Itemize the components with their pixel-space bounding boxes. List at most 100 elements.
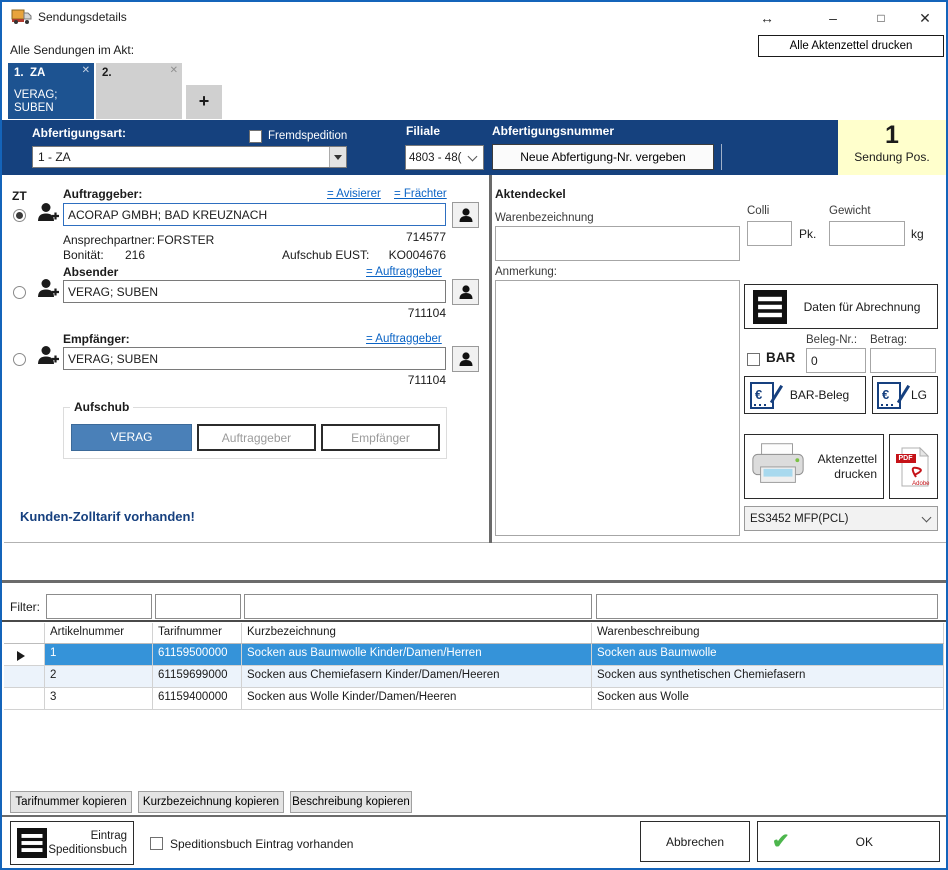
cell-kurzbezeichnung: Socken aus Baumwolle Kinder/Damen/Herren [242,644,592,665]
tab1-close-icon[interactable]: ✕ [82,65,90,76]
shipment-tab-1[interactable]: 1. ZA ✕ VERAG; SUBEN [8,63,94,119]
abrechnung-button[interactable]: Daten für Abrechnung [744,284,938,329]
table-row[interactable]: 1 61159500000 Socken aus Baumwolle Kinde… [4,644,944,666]
bar-beleg-button[interactable]: € BAR-Beleg [744,376,866,414]
filiale-select[interactable]: 4803 - 48( [405,145,484,170]
empfaenger-contact-button[interactable] [452,346,479,372]
bar-checkbox[interactable] [747,353,760,366]
cell-kurzbezeichnung: Socken aus Wolle Kinder/Damen/Heeren [242,688,592,709]
aktenzettel-label-1: Aktenzettel [818,452,877,466]
auftraggeber-input[interactable] [63,203,446,226]
auftraggeber-radio[interactable] [13,209,26,222]
copy-beschreibung-button[interactable]: Beschreibung kopieren [290,791,412,813]
speditionsbuch-label-1: Eintrag [91,830,127,842]
parties-panel: ZT Auftraggeber: = Avisierer = Frächter … [4,175,489,543]
pdf-icon: PDF Adobe [898,447,930,487]
bonitaet-value: 216 [125,248,145,262]
pdf-button[interactable]: PDF Adobe [889,434,938,499]
filter-label: Filter: [10,600,40,614]
cell-warenbeschreibung: Socken aus Baumwolle [592,644,944,665]
aufschub-eust-value: KO004676 [346,248,446,262]
absender-auftraggeber-link[interactable]: = Auftraggeber [366,266,442,278]
auftraggeber-contact-button[interactable] [452,202,479,228]
footer-divider [2,815,946,817]
aufschub-empfaenger-button[interactable]: Empfänger [321,424,440,451]
window-title: Sendungsdetails [38,10,127,24]
maximize-button[interactable]: □ [868,8,894,28]
printer-select[interactable]: ES3452 MFP(PCL) [744,506,938,531]
person-add-icon[interactable] [36,278,60,304]
cell-warenbeschreibung: Socken aus Wolle [592,688,944,709]
cell-artikelnummer: 1 [45,644,153,665]
absender-radio[interactable] [13,286,26,299]
col-kurzbezeichnung[interactable]: Kurzbezeichnung [242,623,592,643]
filter-input-tarifnummer[interactable] [155,594,241,619]
cancel-label: Abbrechen [666,835,724,849]
person-add-icon[interactable] [36,345,60,371]
colli-input[interactable] [747,221,792,246]
betrag-input[interactable] [870,348,936,373]
avisierer-link[interactable]: = Avisierer [327,188,381,200]
abfertigungsart-label: Abfertigungsart: [32,126,126,140]
auftraggeber-number: 714577 [346,230,446,244]
bar-beleg-label: BAR-Beleg [774,388,865,402]
person-add-icon[interactable] [36,202,60,228]
filter-input-artikelnummer[interactable] [46,594,152,619]
copy-kurzbezeichnung-button[interactable]: Kurzbezeichnung kopieren [138,791,284,813]
ok-button[interactable]: ✔ OK [757,821,940,862]
dropdown-arrow-icon[interactable] [329,147,346,167]
absender-contact-button[interactable] [452,279,479,305]
fraechter-link[interactable]: = Frächter [394,188,447,200]
beleg-nr-input[interactable] [806,348,866,373]
empfaenger-input[interactable] [63,347,446,370]
anmerkung-label: Anmerkung: [495,266,557,278]
aktenzettel-label-2: drucken [834,467,877,481]
list-icon [17,828,47,858]
aufschub-auftraggeber-button[interactable]: Auftraggeber [197,424,316,451]
col-artikelnummer[interactable]: Artikelnummer [45,623,153,643]
section-divider [2,580,946,583]
abfertigungsnummer-label: Abfertigungsnummer [492,124,614,138]
cell-artikelnummer: 3 [45,688,153,709]
tab2-number: 2. [102,67,112,79]
col-tarifnummer[interactable]: Tarifnummer [153,623,242,643]
gewicht-input[interactable] [829,221,905,246]
zolltarif-note: Kunden-Zolltarif vorhanden! [20,509,195,524]
shipment-tab-2[interactable]: 2. ✕ [96,63,182,119]
resize-icon[interactable]: ↔ [754,8,780,28]
empfaenger-number: 711104 [346,373,446,387]
new-abfertigung-number-button[interactable]: Neue Abfertigung-Nr. vergeben [492,144,714,170]
cell-tarifnummer: 61159400000 [153,688,242,709]
add-shipment-button[interactable]: + [186,85,222,119]
warenbezeichnung-textarea[interactable] [495,226,740,261]
absender-input[interactable] [63,280,446,303]
colli-suffix: Pk. [799,227,816,241]
tab2-close-icon[interactable]: ✕ [170,65,178,76]
lg-button[interactable]: € LG [872,376,938,414]
aufschub-verag-button[interactable]: VERAG [71,424,192,451]
copy-tarifnummer-button[interactable]: Tarifnummer kopieren [10,791,132,813]
col-warenbeschreibung[interactable]: Warenbeschreibung [592,623,944,643]
filter-input-kurzbezeichnung[interactable] [244,594,592,619]
abfertigungsart-select[interactable]: 1 - ZA [32,146,347,168]
table-row[interactable]: 2 61159699000 Socken aus Chemiefasern Ki… [4,666,944,688]
aktenzettel-print-button[interactable]: Aktenzettel drucken [744,434,884,499]
minimize-button[interactable]: – [820,8,846,28]
ok-label: OK [790,835,939,849]
print-all-aktenzettel-button[interactable]: Alle Aktenzettel drucken [758,35,944,57]
grid-top-border [2,620,946,622]
speditionsbuch-checkbox[interactable] [150,837,163,850]
filter-input-warenbeschreibung[interactable] [596,594,938,619]
euro-receipt-icon: € [750,382,774,409]
aufschub-label: Aufschub [70,400,133,414]
bonitaet-label: Bonität: [63,248,104,262]
fremdspedition-checkbox[interactable] [249,130,262,143]
anmerkung-textarea[interactable] [495,280,740,536]
empfaenger-auftraggeber-link[interactable]: = Auftraggeber [366,333,442,345]
table-row[interactable]: 3 61159400000 Socken aus Wolle Kinder/Da… [4,688,944,710]
speditionsbuch-button[interactable]: Eintrag Speditionsbuch [10,821,134,865]
cancel-button[interactable]: Abbrechen [640,821,750,862]
close-button[interactable]: ✕ [912,8,938,28]
empfaenger-radio[interactable] [13,353,26,366]
pdf-sub: Adobe [912,481,929,487]
